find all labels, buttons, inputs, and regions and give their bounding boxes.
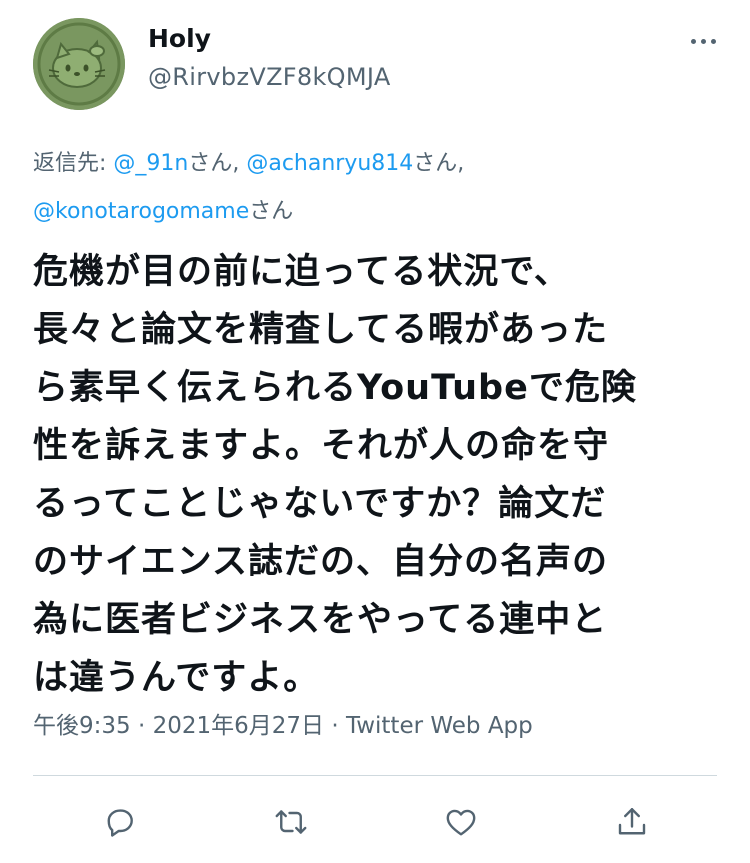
tweet-line: 為に医者ビジネスをやってる連中と <box>33 600 608 640</box>
tweet-line: のサイエンス誌だの、自分の名声の <box>33 542 608 582</box>
tweet-line: は違うんですよ。 <box>33 658 320 698</box>
tweet-line: 長々と論文を精査してる暇があった <box>33 310 608 350</box>
reply-suffix: さん <box>249 199 294 224</box>
more-dots-icon[interactable] <box>683 26 723 56</box>
tweet-header: Holy @RirvbzVZF8kQMJA <box>33 18 723 128</box>
action-bar <box>0 796 750 852</box>
tweet-line: るってことじゃないですか？論文だ <box>33 484 607 524</box>
reply-button[interactable] <box>94 796 146 848</box>
tweet-detail: Holy @RirvbzVZF8kQMJA 返信先: @_91nさん, @ach… <box>0 0 750 863</box>
tweet-date[interactable]: 2021年6月27日 <box>153 713 324 739</box>
divider <box>33 775 717 776</box>
share-button[interactable] <box>606 796 658 848</box>
dot <box>690 38 696 44</box>
share-upload-icon <box>618 808 646 835</box>
replying-to: 返信先: @_91nさん, @achanryu814さん, @konotarog… <box>33 140 723 236</box>
retweet-button[interactable] <box>265 796 317 848</box>
avatar-image <box>33 18 125 110</box>
reply-bubble-icon <box>107 809 133 837</box>
like-button[interactable] <box>435 796 487 848</box>
tweet-source[interactable]: Twitter Web App <box>346 713 533 739</box>
mention-link[interactable]: @achanryu814 <box>246 151 413 176</box>
tweet-line: 性を訴えますよ。それが人の命を守 <box>33 426 610 466</box>
mention-link[interactable]: @konotarogomame <box>33 199 249 224</box>
retweet-icon <box>275 810 307 834</box>
user-handle[interactable]: @RirvbzVZF8kQMJA <box>148 60 391 94</box>
tweet-time[interactable]: 午後9:35 <box>33 713 131 739</box>
tweet-meta: 午後9:35 · 2021年6月27日 · Twitter Web App <box>33 706 533 746</box>
reply-suffix: さん, <box>188 151 247 176</box>
meta-separator: · <box>130 713 153 739</box>
tweet-line: ら素早く伝えられるYouTubeで危険 <box>33 368 637 408</box>
tweet-text: 危機が目の前に迫ってる状況で、 長々と論文を精査してる暇があった ら素早く伝えら… <box>33 243 723 707</box>
meta-separator: · <box>324 713 346 739</box>
dot <box>710 38 716 44</box>
reply-suffix: さん, <box>413 151 465 176</box>
reply-prefix: 返信先: <box>33 151 114 176</box>
dot <box>700 38 706 44</box>
avatar[interactable] <box>33 18 125 110</box>
user-info[interactable]: Holy @RirvbzVZF8kQMJA <box>148 22 391 94</box>
display-name[interactable]: Holy <box>148 22 391 56</box>
heart-icon <box>446 809 476 836</box>
tweet-line: 危機が目の前に迫ってる状況で、 <box>33 252 570 292</box>
mention-link[interactable]: @_91n <box>113 151 188 176</box>
